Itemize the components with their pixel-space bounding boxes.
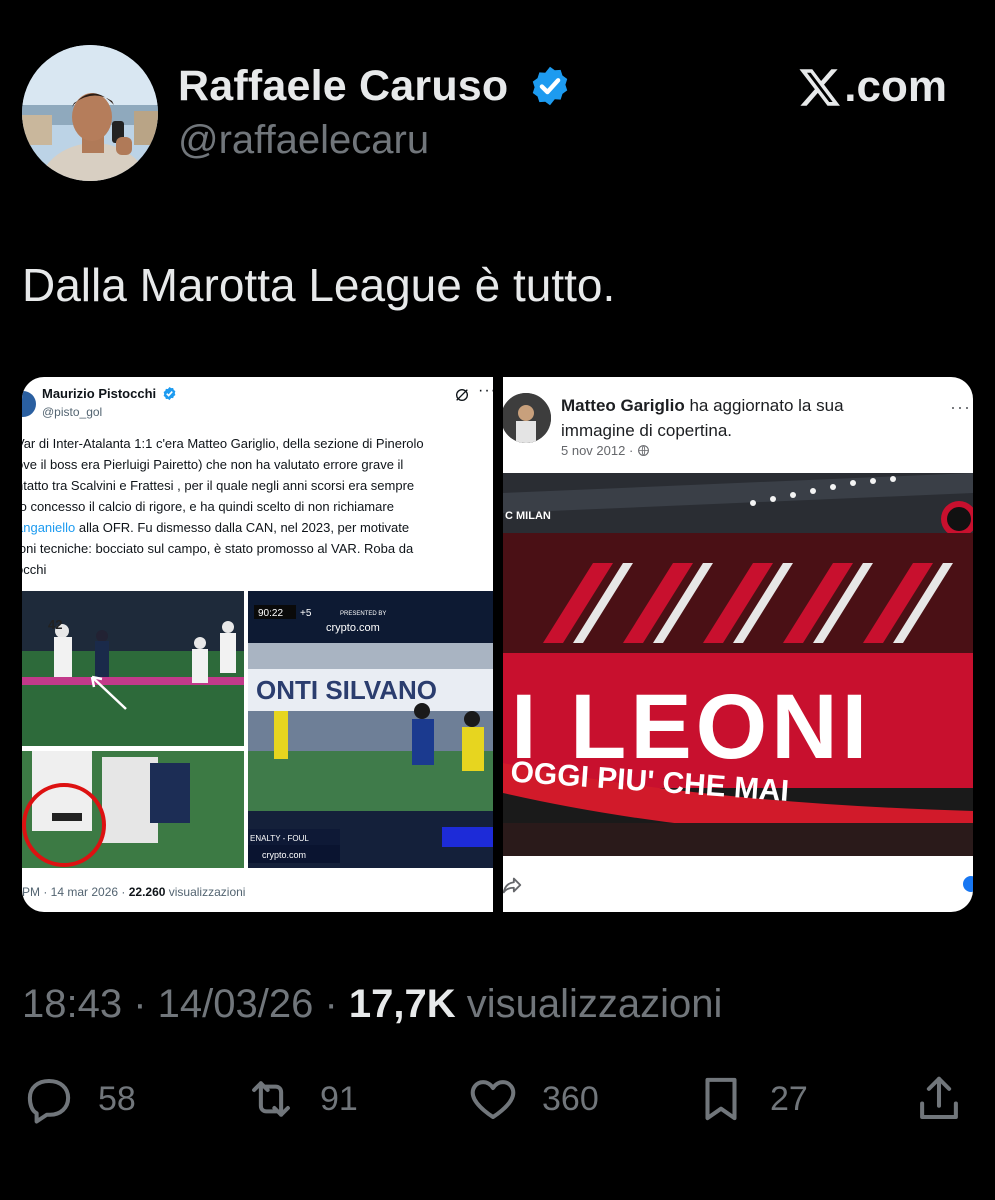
author-name[interactable]: Raffaele Caruso: [178, 62, 508, 111]
shirt-number: 42: [48, 617, 62, 632]
brand-label: .com: [844, 62, 947, 111]
embedded-view-count: 22.260: [128, 885, 166, 899]
like-button[interactable]: 360: [466, 1072, 599, 1126]
embedded-body-line: anganiello alla OFR. Fu dismesso dalla C…: [22, 517, 488, 538]
stadium-banner: ONTI SILVANO: [256, 675, 437, 705]
bookmark-count: 27: [770, 1079, 808, 1118]
facebook-more-icon: ···: [950, 397, 971, 417]
media-gallery[interactable]: Maurizio Pistocchi @pisto_gol ··· Var di…: [22, 377, 973, 912]
embedded-body-line: occhi: [22, 562, 47, 577]
facebook-avatar: [503, 393, 551, 443]
embedded-tweet-body: Var di Inter-Atalanta 1:1 c'era Matteo G…: [22, 433, 488, 580]
embedded-more-icon: ···: [478, 382, 493, 399]
like-count: 360: [542, 1079, 599, 1118]
tweet-timestamp[interactable]: 18:43 · 14/03/26 ·: [22, 982, 349, 1026]
facebook-post-date: 5 nov 2012 ·: [561, 443, 650, 458]
view-count: 17,7K: [348, 982, 456, 1026]
embedded-author-handle: @pisto_gol: [42, 405, 103, 419]
broadcast-sponsor: crypto.com: [326, 622, 380, 634]
x-logo-icon: [799, 69, 841, 106]
embedded-tweet-footer: PM · 14 mar 2026 · 22.260 visualizzazion…: [22, 885, 245, 899]
embedded-timestamp: PM · 14 mar 2026 ·: [22, 885, 129, 899]
bookmark-icon: [705, 1077, 737, 1121]
action-bar: 58 91 360 27: [22, 1072, 973, 1128]
embedded-body-line: to concesso il calcio di rigore, e ha qu…: [22, 499, 394, 514]
embedded-verified-icon: [163, 386, 176, 401]
facebook-date-text: 5 nov 2012 ·: [561, 443, 634, 458]
facebook-cover-photo: C MILAN I LEONI OGGI PIU' CHE MAI: [503, 473, 973, 856]
broadcast-penalty-graphic: ENALTY - FOUL: [250, 834, 309, 843]
share-button[interactable]: [912, 1072, 966, 1126]
embedded-body-line: ioni tecniche: bocciato sul campo, è sta…: [22, 541, 414, 556]
broadcast-clock: 90:22: [258, 608, 283, 619]
reply-icon: [27, 1078, 71, 1124]
like-reaction-icon: [963, 876, 973, 892]
broadcast-sponsor-2: crypto.com: [262, 850, 306, 860]
views-label: visualizzazioni: [455, 982, 723, 1026]
share-icon[interactable]: [503, 874, 523, 896]
grok-icon: [456, 389, 468, 401]
media-image-embedded-tweet[interactable]: Maurizio Pistocchi @pisto_gol ··· Var di…: [22, 377, 493, 912]
heart-icon: [470, 1080, 516, 1120]
embedded-author-name: Maurizio Pistocchi: [42, 386, 157, 401]
verified-badge-icon: [532, 66, 568, 106]
embedded-views-label: visualizzazioni: [165, 885, 246, 899]
embedded-mention: anganiello: [22, 520, 76, 535]
repost-icon: [252, 1081, 290, 1117]
embedded-body-text: alla OFR. Fu dismesso dalla CAN, nel 202…: [75, 520, 410, 535]
tweet-text: Dalla Marotta League è tutto.: [22, 259, 616, 311]
author-handle[interactable]: @raffaelecaru: [178, 118, 429, 163]
globe-icon: [638, 445, 650, 456]
broadcast-added-time: +5: [300, 608, 312, 619]
facebook-post-header: Matteo Gariglio ha aggiornato la sua imm…: [561, 393, 921, 443]
broadcast-presented-by: PRESENTED BY: [340, 611, 386, 617]
cover-club-label: C MILAN: [505, 510, 551, 522]
embedded-body-line: Var di Inter-Atalanta 1:1 c'era Matteo G…: [22, 436, 424, 451]
facebook-author-name: Matteo Gariglio: [561, 396, 685, 415]
embedded-body-line: ove il boss era Pierluigi Pairetto) che …: [22, 457, 404, 472]
embedded-photo-grid: 42 90:22 +5 PRESENTED BY crypto.com ONTI…: [22, 591, 493, 868]
embedded-body-line: ntatto tra Scalvini e Frattesi , per il …: [22, 478, 415, 493]
author-avatar[interactable]: [22, 45, 158, 181]
media-image-facebook-post[interactable]: Matteo Gariglio ha aggiornato la sua imm…: [503, 377, 973, 912]
repost-button[interactable]: 91: [244, 1072, 358, 1126]
share-upload-icon: [920, 1076, 958, 1120]
brand-logo: .com: [798, 62, 947, 112]
reply-count: 58: [98, 1079, 136, 1118]
bookmark-button[interactable]: 27: [694, 1072, 808, 1126]
reply-button[interactable]: 58: [22, 1072, 136, 1126]
tweet-meta: 18:43 · 14/03/26 · 17,7K visualizzazioni: [22, 982, 722, 1027]
repost-count: 91: [320, 1079, 358, 1118]
embedded-avatar: [22, 391, 36, 417]
